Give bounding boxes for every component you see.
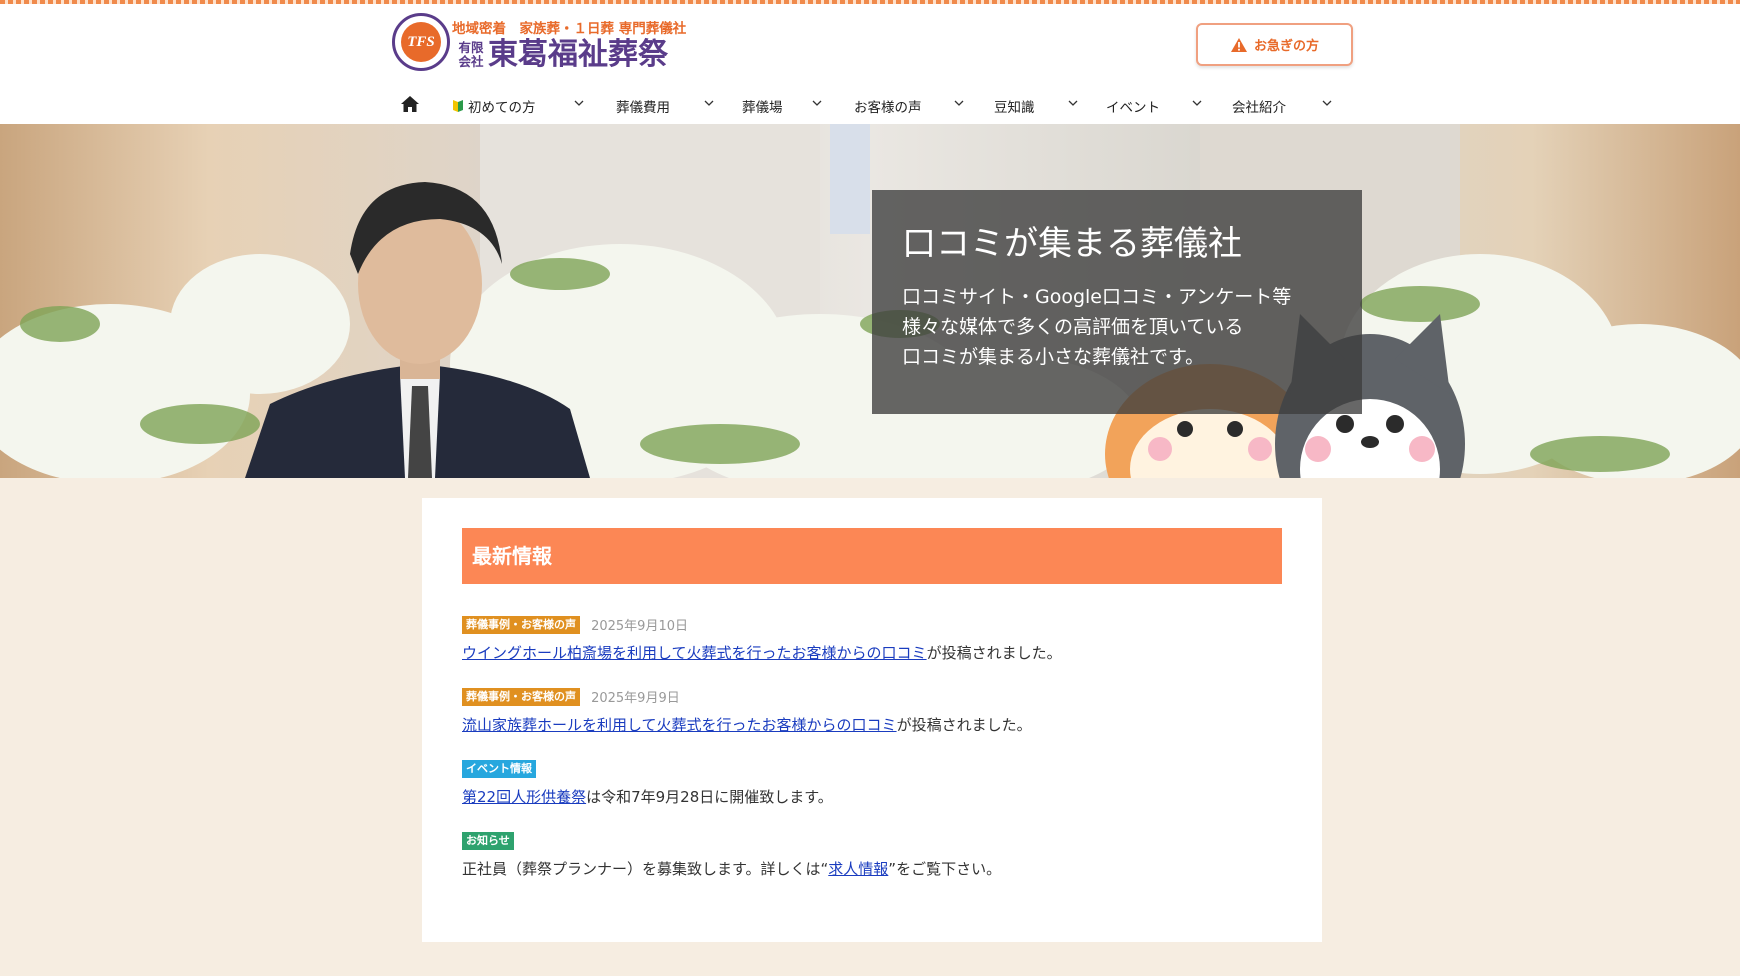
chevron-down-icon <box>954 100 964 106</box>
chevron-down-icon <box>704 100 714 106</box>
nav-item-trivia[interactable]: 豆知識 <box>994 88 1084 124</box>
chevron-down-icon <box>812 100 822 106</box>
nav-item-label: お客様の声 <box>854 100 922 116</box>
logo-company-name: 東葛福祉葬祭 <box>488 37 668 72</box>
news-text-suffix: が投稿されました。 <box>926 644 1062 662</box>
urgent-button[interactable]: お急ぎの方 <box>1196 23 1353 66</box>
nav-item-label: 初めての方 <box>468 100 536 116</box>
news-link[interactable]: 第22回人形供養祭 <box>462 788 586 806</box>
news-date: 2025年9月9日 <box>591 691 680 706</box>
hero-title: 口コミが集まる葬儀社 <box>902 224 1242 264</box>
chevron-down-icon <box>574 100 584 106</box>
home-icon[interactable] <box>400 94 420 114</box>
nav-item-label: 葬儀費用 <box>616 100 670 116</box>
news-text: 正社員（葬祭プランナー）を募集致します。詳しくは“求人情報”をご覧下さい。 <box>462 858 1282 879</box>
logo-tagline: 地域密着 家族葬・１日葬 専門葬儀社 <box>452 21 687 37</box>
main-nav: 初めての方 葬儀費用 葬儀場 お客様の声 豆知識 イベント 会社紹介 <box>392 88 1352 124</box>
category-badge[interactable]: お知らせ <box>462 831 514 850</box>
news-text: 第22回人形供養祭は令和7年9月28日に開催致します。 <box>462 786 1282 807</box>
news-entry: イベント情報 第22回人形供養祭は令和7年9月28日に開催致します。 <box>462 758 1282 818</box>
logo-emblem-text: TFS <box>401 22 441 62</box>
nav-item-events[interactable]: イベント <box>1106 88 1216 124</box>
news-link[interactable]: ウイングホール柏斎場を利用して火葬式を行ったお客様からの口コミ <box>462 644 927 662</box>
nav-item-label: 豆知識 <box>994 100 1035 116</box>
hero-message-box: 口コミが集まる葬儀社 口コミサイト・Google口コミ・アンケート等 様々な媒体… <box>872 190 1362 414</box>
hero-line-1: 口コミサイト・Google口コミ・アンケート等 <box>902 286 1292 308</box>
site-logo[interactable]: TFS 地域密着 家族葬・１日葬 専門葬儀社 有限会社 東葛福祉葬祭 <box>392 13 692 73</box>
warning-icon <box>1230 37 1247 52</box>
chevron-down-icon <box>1068 100 1078 106</box>
news-text-prefix: 正社員（葬祭プランナー）を募集致します。詳しくは“ <box>462 859 829 878</box>
hero-line-3: 口コミが集まる小さな葬儀社です。 <box>902 346 1205 368</box>
news-entry: 葬儀事例・お客様の声 2025年9月10日 ウイングホール柏斎場を利用して火葬式… <box>462 614 1282 674</box>
logo-emblem: TFS <box>392 13 450 71</box>
nav-item-label: 葬儀場 <box>742 100 783 116</box>
news-entry: お知らせ 正社員（葬祭プランナー）を募集致します。詳しくは“求人情報”をご覧下さ… <box>462 830 1282 890</box>
category-badge[interactable]: 葬儀事例・お客様の声 <box>462 615 580 634</box>
news-text-suffix: は令和7年9月28日に開催致します。 <box>586 787 833 806</box>
nav-item-label: イベント <box>1106 100 1160 116</box>
nav-item-funeral-hall[interactable]: 葬儀場 <box>742 88 832 124</box>
nav-item-first-time[interactable]: 初めての方 <box>452 88 584 124</box>
site-header: TFS 地域密着 家族葬・１日葬 専門葬儀社 有限会社 東葛福祉葬祭 お急ぎの方… <box>0 4 1740 124</box>
nav-item-customer-voice[interactable]: お客様の声 <box>854 88 974 124</box>
category-badge[interactable]: 葬儀事例・お客様の声 <box>462 687 580 706</box>
news-link[interactable]: 流山家族葬ホールを利用して火葬式を行ったお客様からの口コミ <box>462 716 897 734</box>
news-heading: 最新情報 <box>462 528 1282 584</box>
chevron-down-icon <box>1192 100 1202 106</box>
beginner-mark-icon <box>453 100 463 112</box>
logo-company-type: 有限会社 <box>458 40 484 69</box>
news-text: ウイングホール柏斎場を利用して火葬式を行ったお客様からの口コミが投稿されました。 <box>462 642 1282 663</box>
news-text: 流山家族葬ホールを利用して火葬式を行ったお客様からの口コミが投稿されました。 <box>462 714 1282 735</box>
urgent-button-label: お急ぎの方 <box>1253 39 1319 54</box>
news-entry: 葬儀事例・お客様の声 2025年9月9日 流山家族葬ホールを利用して火葬式を行っ… <box>462 686 1282 746</box>
news-text-suffix: ”をご覧下さい。 <box>888 859 1002 878</box>
hero-line-2: 様々な媒体で多くの高評価を頂いている <box>902 316 1244 338</box>
news-panel: 最新情報 葬儀事例・お客様の声 2025年9月10日 ウイングホール柏斎場を利用… <box>422 498 1322 942</box>
category-badge[interactable]: イベント情報 <box>462 759 536 778</box>
news-date: 2025年9月10日 <box>591 619 688 634</box>
nav-item-company[interactable]: 会社紹介 <box>1232 88 1342 124</box>
hero-image <box>0 124 1740 478</box>
nav-item-label: 会社紹介 <box>1232 100 1286 116</box>
nav-item-funeral-cost[interactable]: 葬儀費用 <box>616 88 716 124</box>
hero-banner: 口コミが集まる葬儀社 口コミサイト・Google口コミ・アンケート等 様々な媒体… <box>0 124 1740 478</box>
news-link[interactable]: 求人情報 <box>828 860 888 878</box>
chevron-down-icon <box>1322 100 1332 106</box>
news-text-suffix: が投稿されました。 <box>896 716 1032 734</box>
